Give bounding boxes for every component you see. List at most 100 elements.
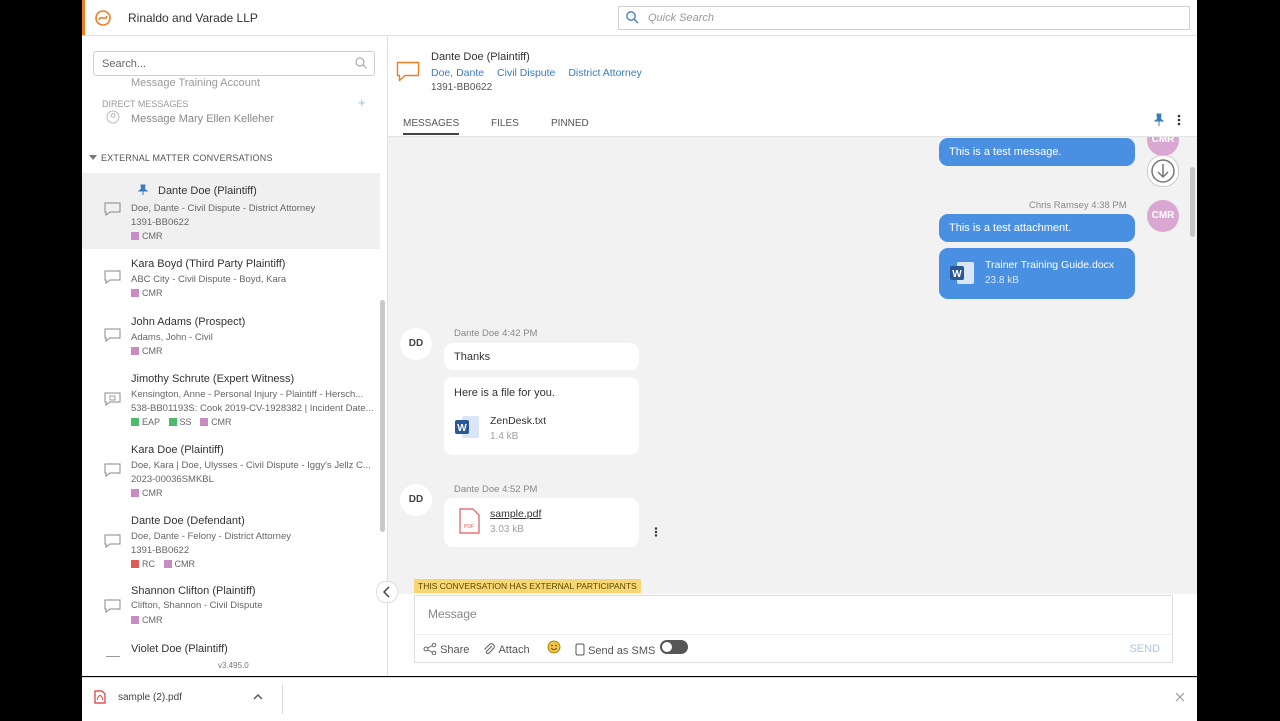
message-list: This is a test message. CMR Chris Ramsey… bbox=[388, 137, 1197, 594]
pin-icon[interactable] bbox=[1153, 113, 1165, 127]
share-button[interactable]: Share bbox=[423, 642, 469, 656]
conversation-tabs: MESSAGES FILES PINNED bbox=[388, 110, 1197, 137]
pdf-file-icon bbox=[94, 690, 106, 704]
composer-toolbar: Share Attach Send as SMS SEND bbox=[415, 634, 1172, 663]
word-file-icon: W bbox=[455, 416, 479, 438]
conversation-number: 538-BB01193S: Cook 2019-CV-1928382 | Inc… bbox=[131, 403, 374, 414]
collapse-sidebar-button[interactable] bbox=[376, 581, 398, 603]
file-size: 3.03 kB bbox=[490, 524, 524, 535]
sidebar-scrollbar[interactable] bbox=[380, 300, 385, 532]
message-options-icon[interactable] bbox=[654, 527, 658, 537]
chat-bubble-icon bbox=[104, 328, 121, 342]
outgoing-attachment[interactable]: W Trainer Training Guide.docx 23.8 kB bbox=[939, 248, 1135, 299]
chat-bubble-icon bbox=[104, 463, 121, 477]
conversation-item-jimothy-schrute[interactable]: Jimothy Schrute (Expert Witness) Kensing… bbox=[82, 366, 380, 436]
client-link[interactable]: Doe, Dante bbox=[431, 67, 484, 79]
message-training-account[interactable]: Message Training Account bbox=[131, 77, 260, 89]
incoming-message: Thanks bbox=[444, 343, 639, 370]
conversation-sidebar: Search... Message Training Account DIREC… bbox=[82, 36, 388, 676]
tab-files[interactable]: FILES bbox=[491, 118, 519, 129]
avatar: CMR bbox=[1147, 137, 1179, 156]
file-size: 1.4 kB bbox=[490, 431, 519, 442]
message-input[interactable]: Message bbox=[428, 607, 477, 621]
conversation-item-violet-doe[interactable]: Violet Doe (Plaintiff) bbox=[82, 637, 380, 676]
conversation-item-kara-boyd[interactable]: Kara Boyd (Third Party Plaintiff) ABC Ci… bbox=[82, 250, 380, 307]
avatar: CMR bbox=[1147, 200, 1179, 232]
practice-link[interactable]: District Attorney bbox=[568, 67, 642, 79]
external-participants-banner: THIS CONVERSATION HAS EXTERNAL PARTICIPA… bbox=[414, 579, 641, 593]
chat-bubble-icon bbox=[104, 202, 121, 216]
conversation-subtitle: Kensington, Anne - Personal Injury - Pla… bbox=[131, 389, 364, 400]
send-button[interactable]: SEND bbox=[1129, 643, 1160, 655]
conversation-item-dante-doe-plaintiff[interactable]: Dante Doe (Plaintiff) Doe, Dante - Civil… bbox=[82, 173, 380, 249]
tab-pinned[interactable]: PINNED bbox=[551, 118, 589, 129]
chat-bubble-icon bbox=[106, 656, 120, 657]
top-bar: Rinaldo and Varade LLP Quick Search bbox=[82, 0, 1197, 36]
chevron-left-icon bbox=[382, 586, 390, 598]
conversation-subtitle: Clifton, Shannon - Civil Dispute bbox=[131, 600, 263, 611]
file-name: ZenDesk.txt bbox=[490, 415, 547, 427]
sidebar-search-placeholder: Search... bbox=[102, 58, 147, 70]
conversation-title: Dante Doe (Plaintiff) bbox=[431, 51, 530, 63]
close-icon[interactable] bbox=[1175, 692, 1185, 702]
tag-cmr: CMR bbox=[131, 288, 163, 298]
direct-messages-header[interactable]: DIRECT MESSAGES bbox=[102, 99, 188, 109]
conversation-title: Shannon Clifton (Plaintiff) bbox=[131, 585, 256, 597]
message-scrollbar[interactable] bbox=[1190, 167, 1195, 237]
message-composer: Message Share Attach Send as SMS SEND bbox=[414, 595, 1173, 663]
tag-rc: RC bbox=[131, 559, 155, 569]
app-window: Rinaldo and Varade LLP Quick Search Sear… bbox=[82, 0, 1197, 676]
scroll-to-bottom-button[interactable] bbox=[1147, 155, 1179, 187]
tag-cmr: CMR bbox=[131, 615, 163, 625]
tag-ss: SS bbox=[168, 417, 192, 427]
tag-cmr: CMR bbox=[163, 559, 195, 569]
outgoing-message: This is a test attachment. bbox=[939, 214, 1135, 242]
message-meta: Dante Doe 4:42 PM bbox=[454, 328, 538, 339]
sidebar-search-input[interactable]: Search... bbox=[93, 51, 375, 76]
firm-name: Rinaldo and Varade LLP bbox=[128, 11, 258, 25]
tag-cmr: CMR bbox=[200, 417, 232, 427]
file-size: 23.8 kB bbox=[985, 275, 1019, 286]
svg-text:W: W bbox=[952, 269, 962, 280]
emoji-icon bbox=[547, 640, 561, 654]
chat-bubble-lock-icon bbox=[104, 392, 121, 406]
conversation-title: Kara Doe (Plaintiff) bbox=[131, 444, 224, 456]
conversation-subtitle: Doe, Dante - Civil Dispute - District At… bbox=[131, 203, 316, 214]
share-icon bbox=[423, 642, 437, 656]
file-name: sample.pdf bbox=[490, 508, 542, 520]
chat-bubble-icon bbox=[104, 270, 121, 284]
conversation-title: Dante Doe (Plaintiff) bbox=[158, 185, 257, 197]
emoji-button[interactable] bbox=[547, 640, 561, 657]
conversation-number: 1391-BB0622 bbox=[131, 217, 190, 228]
conversation-title: Violet Doe (Plaintiff) bbox=[131, 643, 228, 655]
quick-search-input[interactable]: Quick Search bbox=[618, 6, 1190, 30]
conversation-subtitle: Adams, John - Civil bbox=[131, 332, 213, 343]
paperclip-icon bbox=[484, 643, 495, 655]
conversation-number: 1391-BB0622 bbox=[131, 545, 190, 556]
chat-bubble-icon bbox=[104, 599, 121, 613]
send-as-sms-toggle[interactable] bbox=[660, 640, 688, 654]
conversation-item-john-adams[interactable]: John Adams (Prospect) Adams, John - Civi… bbox=[82, 308, 380, 365]
downloaded-file[interactable]: sample (2).pdf bbox=[118, 692, 182, 703]
conversation-subtitle: Doe, Kara | Doe, Ulysses - Civil Dispute… bbox=[131, 460, 371, 471]
tab-messages[interactable]: MESSAGES bbox=[403, 118, 460, 135]
incoming-message-with-file: Here is a file for you. W ZenDesk.txt 1.… bbox=[444, 377, 639, 455]
arrow-down-circle-icon bbox=[1151, 159, 1175, 183]
chat-bubble-icon bbox=[104, 534, 121, 548]
file-name: Trainer Training Guide.docx bbox=[985, 259, 1115, 271]
message-meta: Dante Doe 4:52 PM bbox=[454, 484, 538, 495]
firm-logo-icon bbox=[95, 10, 111, 26]
more-options-icon[interactable] bbox=[1177, 114, 1181, 126]
chevron-up-icon[interactable] bbox=[252, 692, 264, 702]
matter-type-link[interactable]: Civil Dispute bbox=[497, 67, 555, 79]
conversation-item-shannon-clifton[interactable]: Shannon Clifton (Plaintiff) Clifton, Sha… bbox=[82, 579, 380, 636]
tag-cmr: CMR bbox=[131, 231, 163, 241]
conversation-item-dante-doe-defendant[interactable]: Dante Doe (Defendant) Doe, Dante - Felon… bbox=[82, 508, 380, 578]
direct-message-item[interactable]: Message Mary Ellen Kelleher bbox=[131, 113, 274, 125]
attach-button[interactable]: Attach bbox=[482, 643, 530, 656]
download-bar: sample (2).pdf bbox=[82, 677, 1197, 721]
conversation-item-kara-doe[interactable]: Kara Doe (Plaintiff) Doe, Kara | Doe, Ul… bbox=[82, 437, 380, 507]
external-matter-section[interactable]: EXTERNAL MATTER CONVERSATIONS bbox=[89, 153, 273, 163]
add-direct-message-icon[interactable]: + bbox=[358, 95, 366, 110]
incoming-attachment[interactable]: PDF sample.pdf 3.03 kB bbox=[444, 498, 639, 547]
